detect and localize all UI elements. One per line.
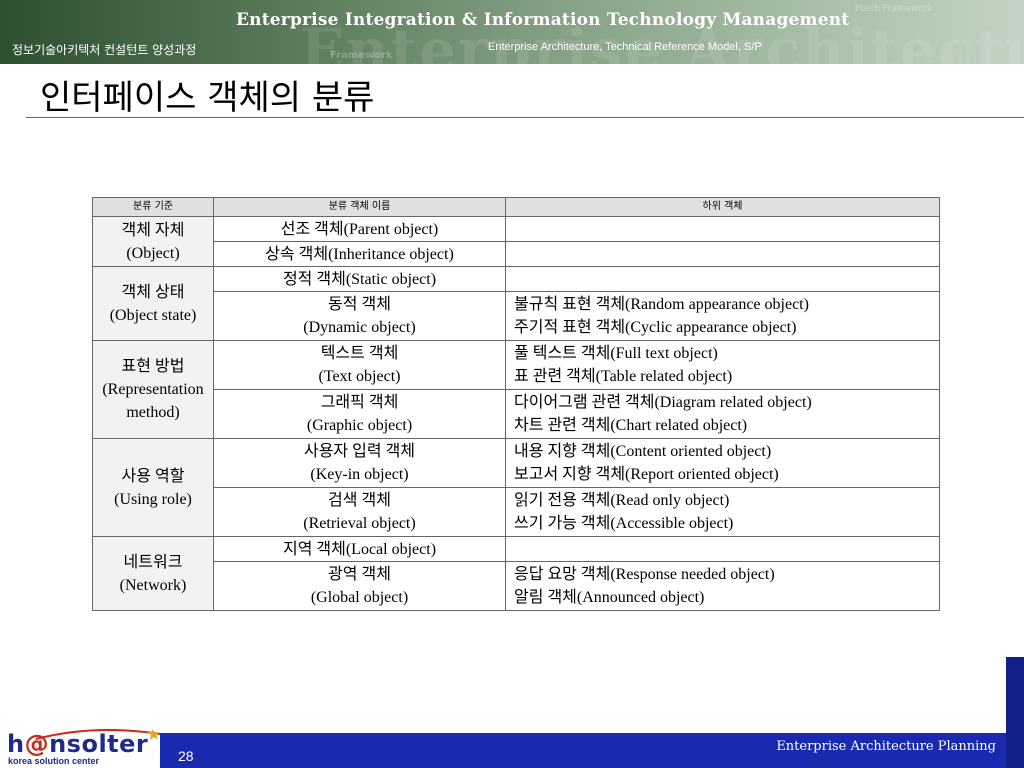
table-row: 사용 역할 (Using role) 사용자 입력 객체 (Key-in object…	[92, 438, 940, 537]
table-row: 그래픽 객체 (Graphic object) 다이어그램 관련 객체(Diagra…	[93, 389, 940, 439]
logo-tagline: korea solution center	[8, 756, 100, 766]
footer-side-strip	[1006, 657, 1024, 768]
footer-bar: 28 Enterprise Architecture Planning	[160, 733, 1006, 768]
object-name-line: (Dynamic object)	[303, 319, 416, 336]
criterion-line: (Using role)	[114, 490, 192, 508]
criterion-cell: 네트워크 (Network)	[92, 536, 214, 611]
criterion-line: 사용 역할	[121, 467, 185, 485]
sub-object-cell: 내용 지향 객체(Content oriented object) 보고서 지향 …	[505, 438, 940, 488]
title-divider	[26, 117, 1024, 118]
sub-object-cell: 응답 요망 객체(Response needed object) 알림 객체(An…	[505, 561, 940, 611]
object-name-cell: 그래픽 객체 (Graphic object)	[213, 389, 506, 439]
sub-object-cell	[505, 536, 940, 562]
sub-object-line: 알림 객체(Announced object)	[514, 589, 705, 606]
criterion-line: 표현 방법	[121, 358, 185, 375]
object-name-line: 선조 객체(Parent object)	[280, 220, 439, 238]
header-object-name: 분류 객체 이름	[213, 197, 506, 217]
page-title: 인터페이스 객체의 분류	[40, 78, 375, 118]
object-name-line: 사용자 입력 객체	[303, 443, 416, 460]
criterion-cell: 객체 상태 (Object state)	[92, 266, 214, 341]
sub-object-line: 주기적 표현 객체(Cyclic appearance object)	[514, 319, 797, 336]
criterion-line: 객체 자체	[121, 221, 185, 239]
company-logo: h@nsolter korea solution center	[4, 728, 161, 768]
table-header-row: 분류 기준 분류 객체 이름 하위 객체	[92, 197, 940, 217]
sub-object-line: 표 관련 객체(Table related object)	[514, 368, 733, 385]
table-row: 검색 객체 (Retrieval object) 읽기 전용 객체(Read onl…	[93, 487, 940, 537]
object-name-cell: 지역 객체(Local object)	[213, 536, 506, 562]
sub-object-line: 읽기 전용 객체(Read only object)	[514, 492, 730, 509]
table-row: 상속 객체(Inheritance object)	[93, 241, 940, 267]
object-name-line: 지역 객체(Local object)	[282, 540, 437, 558]
sub-object-line: 불규칙 표현 객체(Random appearance object)	[514, 296, 809, 313]
criterion-line: (Object)	[126, 244, 180, 262]
header-banner: Enterprise Architecture Model Framework …	[0, 0, 1024, 64]
table-row: 동적 객체 (Dynamic object) 불규칙 표현 객체(Random ap…	[93, 291, 940, 341]
course-name: 정보기술아키텍처 컨설턴트 양성과정	[12, 43, 197, 57]
criterion-cell: 사용 역할 (Using role)	[92, 438, 214, 537]
criterion-line: (Object state)	[109, 306, 197, 324]
table-row: 광역 객체 (Global object) 응답 요망 객체(Response ne…	[93, 561, 940, 611]
object-name-line: (Text object)	[318, 368, 401, 385]
object-name-line: (Retrieval object)	[303, 515, 416, 532]
table-row: 객체 자체 (Object) 선조 객체(Parent object)	[92, 216, 940, 267]
footer-title: Enterprise Architecture Planning	[776, 739, 996, 754]
object-name-line: 상속 객체(Inheritance object)	[265, 245, 454, 263]
banner-watermark-corner: Ptech Framework	[855, 4, 933, 14]
sub-object-cell	[505, 216, 940, 242]
object-name-line: 검색 객체	[328, 492, 391, 509]
object-name-line: 그래픽 객체	[320, 394, 399, 411]
table-row: 표현 방법 (Representation method) 텍스트 객체 (Text …	[92, 340, 940, 439]
object-name-line: (Graphic object)	[306, 417, 413, 434]
table-body: 객체 자체 (Object) 선조 객체(Parent object) 상속 객체(I…	[92, 216, 940, 611]
object-name-cell: 상속 객체(Inheritance object)	[213, 241, 506, 267]
object-name-cell: 동적 객체 (Dynamic object)	[213, 291, 506, 341]
classification-table: 분류 기준 분류 객체 이름 하위 객체 객체 자체 (Object) 선조 객체(…	[92, 197, 940, 611]
object-name-line: 광역 객체	[328, 566, 391, 583]
sub-object-cell: 다이어그램 관련 객체(Diagram related object) 차트 관련…	[505, 389, 940, 439]
object-name-line: (Key-in object)	[310, 466, 409, 483]
criterion-cell: 객체 자체 (Object)	[92, 216, 214, 267]
object-name-cell: 사용자 입력 객체 (Key-in object)	[213, 438, 506, 488]
banner-title: Enterprise Integration & Information Tec…	[236, 10, 850, 30]
banner-watermark-small: Framework	[330, 50, 393, 61]
sub-object-line: 다이어그램 관련 객체(Diagram related object)	[514, 394, 812, 411]
table-row: 객체 상태 (Object state) 정적 객체(Static object)	[92, 266, 940, 341]
object-name-cell: 광역 객체 (Global object)	[213, 561, 506, 611]
header-sub-object: 하위 객체	[505, 197, 940, 217]
sub-object-line: 응답 요망 객체(Response needed object)	[514, 566, 775, 583]
sub-object-line: 보고서 지향 객체(Report oriented object)	[514, 466, 779, 483]
object-name-line: 정적 객체(Static object)	[282, 270, 437, 288]
sub-object-cell	[505, 241, 940, 267]
criterion-line: (Representation method)	[102, 381, 204, 421]
sub-object-cell	[505, 266, 940, 292]
sub-object-line: 쓰기 가능 객체(Accessible object)	[514, 515, 734, 532]
criterion-cell: 표현 방법 (Representation method)	[92, 340, 214, 439]
criterion-line: 네트워크	[123, 553, 183, 571]
criterion-line: (Network)	[119, 576, 187, 594]
sub-object-line: 차트 관련 객체(Chart related object)	[514, 417, 748, 434]
criterion-line: 객체 상태	[121, 283, 185, 301]
banner-subtitle: Enterprise Architecture, Technical Refer…	[488, 41, 762, 53]
sub-object-line: 내용 지향 객체(Content oriented object)	[514, 443, 772, 460]
page-number: 28	[178, 748, 194, 764]
object-name-cell: 정적 객체(Static object)	[213, 266, 506, 292]
sub-object-cell: 읽기 전용 객체(Read only object) 쓰기 가능 객체(Acces…	[505, 487, 940, 537]
object-name-line: (Global object)	[310, 589, 409, 606]
object-name-cell: 선조 객체(Parent object)	[213, 216, 506, 242]
sub-object-cell: 풀 텍스트 객체(Full text object) 표 관련 객체(Table …	[505, 340, 940, 390]
sub-object-cell: 불규칙 표현 객체(Random appearance object) 주기적 표…	[505, 291, 940, 341]
sub-object-line: 풀 텍스트 객체(Full text object)	[514, 345, 718, 362]
logo-brand: h@nsolter	[7, 730, 149, 758]
table-row: 네트워크 (Network) 지역 객체(Local object)	[92, 536, 940, 611]
object-name-line: 텍스트 객체	[320, 345, 399, 362]
object-name-cell: 검색 객체 (Retrieval object)	[213, 487, 506, 537]
object-name-line: 동적 객체	[328, 296, 391, 313]
object-name-cell: 텍스트 객체 (Text object)	[213, 340, 506, 390]
header-criterion: 분류 기준	[92, 197, 214, 217]
